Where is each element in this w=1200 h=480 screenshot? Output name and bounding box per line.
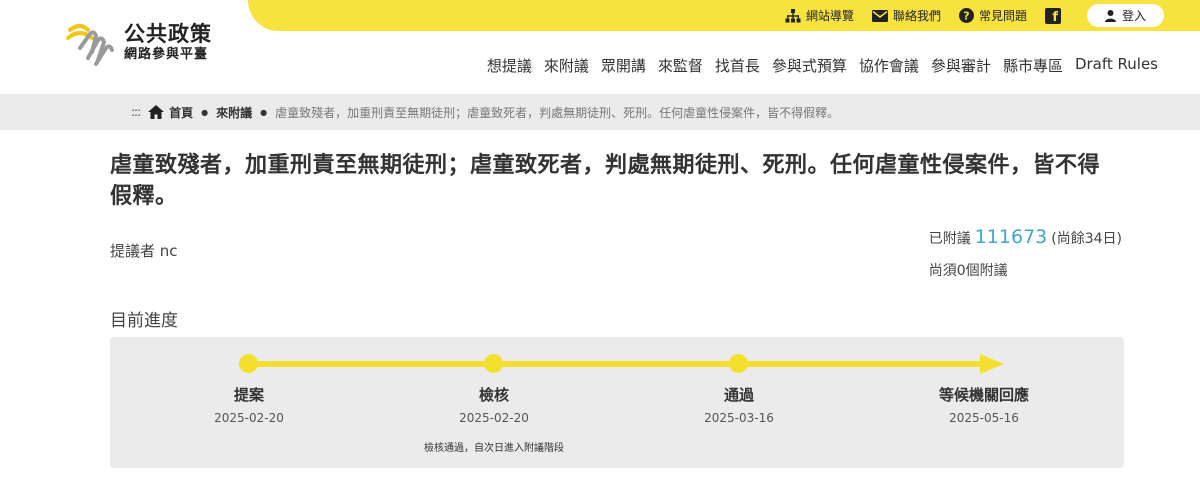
nav-participatory-budget[interactable]: 參與式預算 xyxy=(772,55,847,76)
progress-dot-pass xyxy=(729,354,748,373)
logo-text: 公共政策 網路參與平臺 xyxy=(124,22,212,64)
progress-step-propose: 提案 2025-02-20 xyxy=(149,384,349,425)
site-header: 網站導覽 聯絡我們 ? 常見問題 f 登入 公共政策 網路參與平臺 想提議 來附… xyxy=(0,0,1200,94)
step-date: 2025-03-16 xyxy=(704,411,774,425)
progress-arrow-icon xyxy=(980,354,1004,374)
question-icon: ? xyxy=(958,8,974,23)
mail-icon xyxy=(871,9,888,22)
nav-draft-rules[interactable]: Draft Rules xyxy=(1075,55,1158,76)
facebook-icon: f xyxy=(1044,7,1061,24)
proposer: 提議者 nc xyxy=(110,242,178,260)
logo-title: 公共政策 xyxy=(124,22,212,46)
logo-subtitle: 網路參與平臺 xyxy=(124,47,209,62)
breadcrumb-separator: ● xyxy=(260,107,268,117)
nav-find-leader[interactable]: 找首長 xyxy=(715,55,760,76)
site-logo[interactable]: 公共政策 網路參與平臺 xyxy=(66,20,212,66)
endorsement-stats: 已附議 111673 (尚餘34日) 尚須0個附議 xyxy=(929,226,1122,280)
progress-tracker: 提案 2025-02-20 檢核 2025-02-20 檢核通過，自次日進入附議… xyxy=(110,337,1124,468)
breadcrumb-section[interactable]: 來附議 xyxy=(216,104,252,121)
step-name: 等候機關回應 xyxy=(938,386,1029,404)
step-name: 檢核 xyxy=(478,386,509,404)
breadcrumb-home-label: 首頁 xyxy=(169,105,194,120)
faq-label: 常見問題 xyxy=(978,9,1027,23)
nav-audit[interactable]: 參與審計 xyxy=(931,55,991,76)
sitemap-icon xyxy=(785,8,801,22)
signed-label: 已附議 xyxy=(928,231,971,247)
step-name: 提案 xyxy=(233,386,264,404)
progress-dot-review xyxy=(484,354,503,373)
progress-step-pass: 通過 2025-03-16 xyxy=(639,384,839,425)
contact-label: 聯絡我們 xyxy=(892,9,941,23)
login-button[interactable]: 登入 xyxy=(1086,4,1164,27)
logo-hands-icon xyxy=(66,24,114,66)
nav-discuss[interactable]: 眾開講 xyxy=(601,55,646,76)
proposal-content: 虐童致殘者，加重刑責至無期徒刑；虐童致死者，判處無期徒刑、死刑。任何虐童性侵案件… xyxy=(0,130,1200,480)
home-icon xyxy=(148,105,165,119)
sitemap-label: 網站導覽 xyxy=(805,9,854,23)
facebook-link[interactable]: f xyxy=(1044,7,1061,24)
main-nav: 想提議 來附議 眾開講 來監督 找首長 參與式預算 協作會議 參與審計 縣市專區… xyxy=(487,55,1158,76)
progress-track xyxy=(248,361,998,367)
step-date: 2025-02-20 xyxy=(214,411,284,425)
progress-step-review: 檢核 2025-02-20 檢核通過，自次日進入附議階段 xyxy=(394,384,594,454)
login-label: 登入 xyxy=(1121,9,1146,23)
proposal-title: 虐童致殘者，加重刑責至無期徒刑；虐童致死者，判處無期徒刑、死刑。任何虐童性侵案件… xyxy=(110,153,1101,209)
step-note: 檢核通過，自次日進入附議階段 xyxy=(424,443,564,454)
signed-count: 111673 xyxy=(974,226,1048,248)
contact-link[interactable]: 聯絡我們 xyxy=(871,7,941,24)
svg-text:?: ? xyxy=(963,10,969,23)
nav-collab-meeting[interactable]: 協作會議 xyxy=(859,55,919,76)
progress-heading: 目前進度 xyxy=(110,311,178,331)
progress-step-awaiting: 等候機關回應 2025-05-16 xyxy=(884,384,1084,425)
utility-bar: 網站導覽 聯絡我們 ? 常見問題 f 登入 xyxy=(248,0,1200,31)
user-icon xyxy=(1104,9,1116,22)
needed-count: 尚須0個附議 xyxy=(928,263,1008,279)
faq-link[interactable]: ? 常見問題 xyxy=(958,7,1027,24)
breadcrumb-anchor[interactable]: ::: xyxy=(131,105,141,119)
nav-supervise[interactable]: 來監督 xyxy=(658,55,703,76)
step-name: 通過 xyxy=(723,386,754,404)
progress-dot-propose xyxy=(239,354,258,373)
step-date: 2025-02-20 xyxy=(459,411,529,425)
nav-propose[interactable]: 想提議 xyxy=(487,55,532,76)
step-date: 2025-05-16 xyxy=(949,411,1019,425)
breadcrumb: ::: 首頁 ● 來附議 ● 虐童致殘者，加重刑責至無期徒刑；虐童致死者，判處無… xyxy=(0,94,1200,130)
nav-endorse[interactable]: 來附議 xyxy=(544,55,589,76)
breadcrumb-separator: ● xyxy=(201,107,209,117)
breadcrumb-current: 虐童致殘者，加重刑責至無期徒刑；虐童致死者，判處無期徒刑、死刑。任何虐童性侵案件… xyxy=(275,105,840,120)
remaining-days: (尚餘34日) xyxy=(1051,231,1122,247)
breadcrumb-home[interactable]: 首頁 xyxy=(148,104,193,121)
sitemap-link[interactable]: 網站導覽 xyxy=(785,7,854,24)
nav-county[interactable]: 縣市專區 xyxy=(1003,55,1063,76)
